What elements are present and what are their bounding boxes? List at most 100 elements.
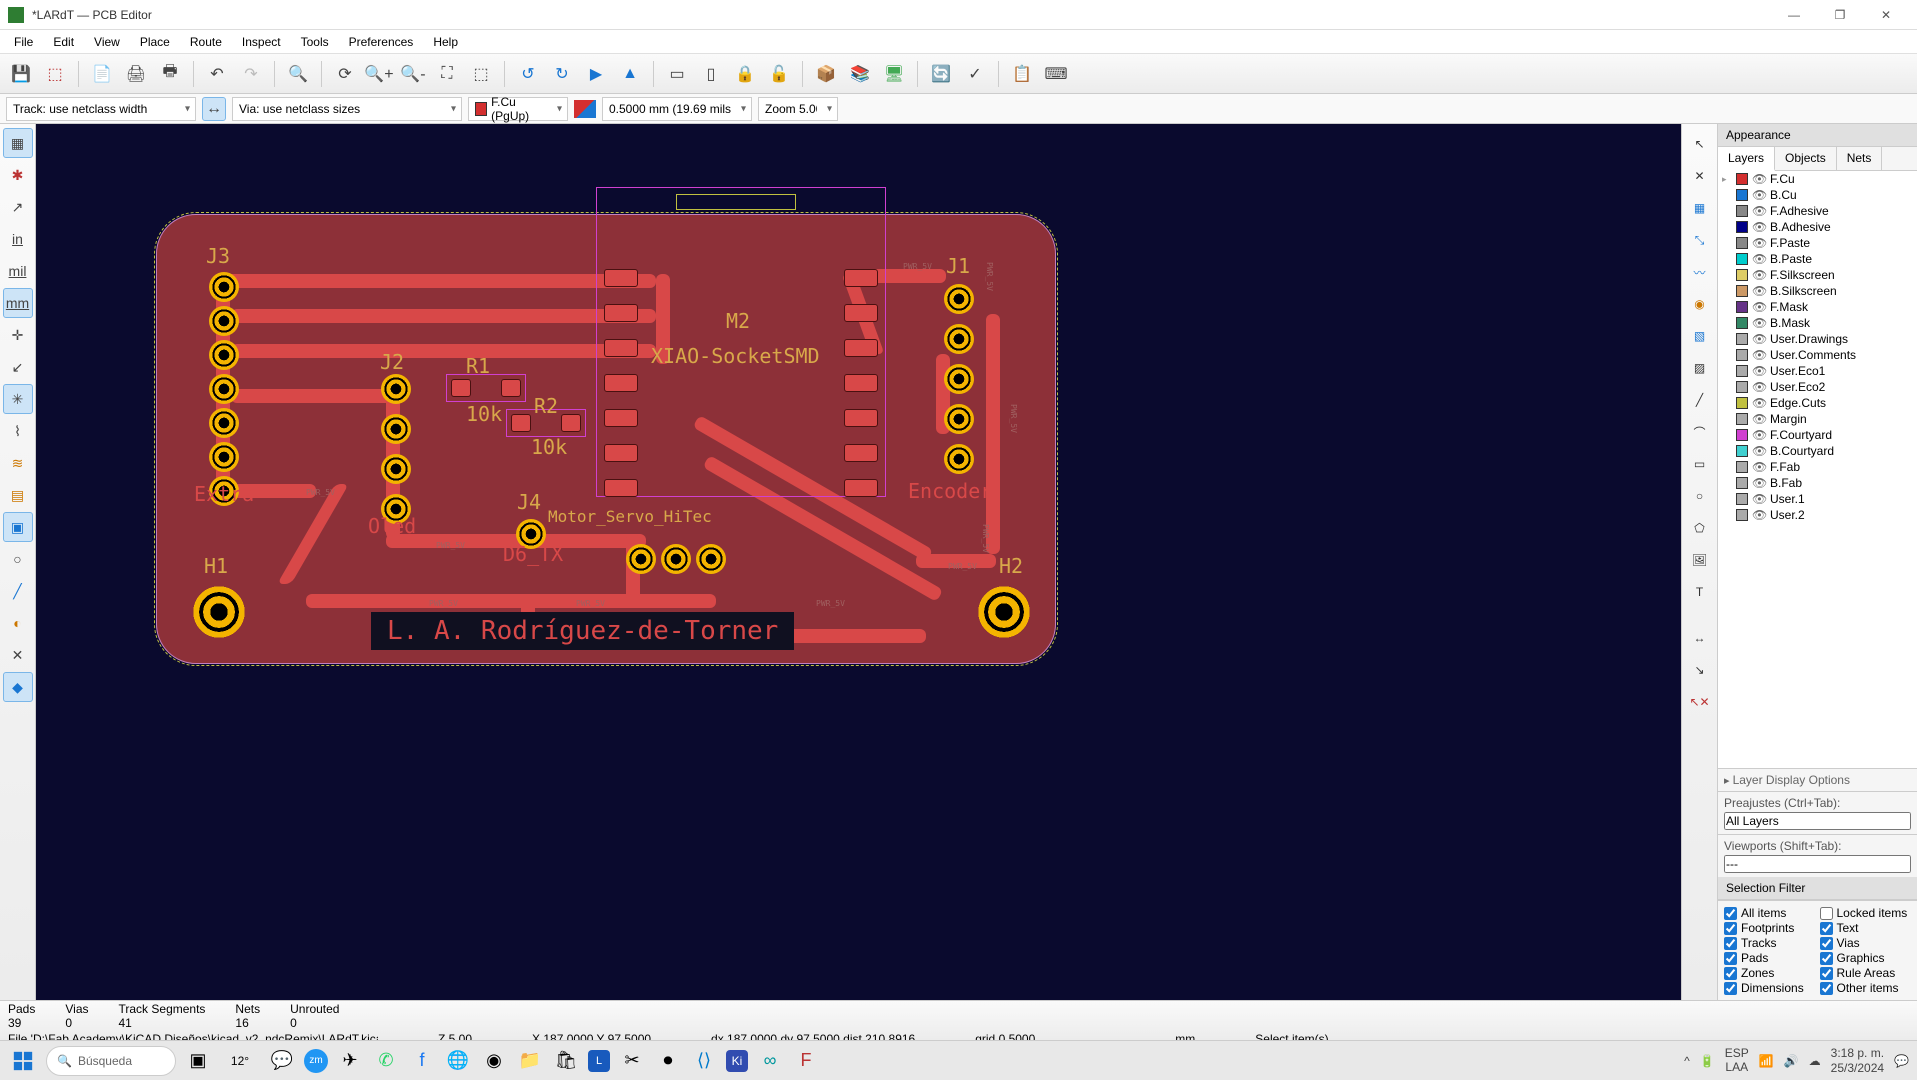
track-mode-icon[interactable]: ↔ <box>202 97 226 121</box>
layer-row-user-1[interactable]: 👁User.1 <box>1718 491 1917 507</box>
draw-rect-icon[interactable]: ▭ <box>1685 448 1715 480</box>
layer-row-user-eco1[interactable]: 👁User.Eco1 <box>1718 363 1917 379</box>
layer-row-f-paste[interactable]: 👁F.Paste <box>1718 235 1917 251</box>
show-grid-icon[interactable]: ▦ <box>3 128 33 158</box>
mirror-v-icon[interactable]: ▲ <box>615 59 645 89</box>
zone-display-icon[interactable]: ▤ <box>3 480 33 510</box>
layers-manager-icon[interactable]: ◆ <box>3 672 33 702</box>
layer-row-f-fab[interactable]: 👁F.Fab <box>1718 459 1917 475</box>
presets-select[interactable] <box>1724 812 1911 830</box>
wifi-icon[interactable]: 📶 <box>1759 1054 1774 1068</box>
layer-row-b-paste[interactable]: 👁B.Paste <box>1718 251 1917 267</box>
board-setup-icon[interactable]: ⬚ <box>40 59 70 89</box>
layer-row-margin[interactable]: 👁Margin <box>1718 411 1917 427</box>
filter-text[interactable]: Text <box>1820 921 1912 935</box>
tab-nets[interactable]: Nets <box>1837 147 1883 170</box>
add-image-icon[interactable]: 🖼 <box>1685 544 1715 576</box>
layer-row-b-mask[interactable]: 👁B.Mask <box>1718 315 1917 331</box>
drc-icon[interactable]: ✓ <box>960 59 990 89</box>
taskbar-search[interactable]: 🔍Búsqueda <box>46 1046 176 1076</box>
filter-tracks[interactable]: Tracks <box>1724 936 1816 950</box>
active-layer-select[interactable]: F.Cu (PgUp) <box>468 97 568 121</box>
notifications-icon[interactable]: 💬 <box>1894 1054 1909 1068</box>
layer-pair-icon[interactable] <box>574 100 596 118</box>
filter-rule-areas[interactable]: Rule Areas <box>1820 966 1912 980</box>
tray-chevron-icon[interactable]: ^ <box>1684 1054 1690 1068</box>
app-kicad-icon[interactable]: Ki <box>726 1050 748 1072</box>
volume-icon[interactable]: 🔊 <box>1784 1054 1799 1068</box>
app-teams-icon[interactable]: 💬 <box>268 1047 296 1075</box>
minimize-button[interactable]: — <box>1771 0 1817 30</box>
filter-other-items[interactable]: Other items <box>1820 981 1912 995</box>
show-ratsnest-icon[interactable]: ✳ <box>3 384 33 414</box>
layer-display-options[interactable]: ▸ Layer Display Options <box>1718 768 1917 791</box>
footprint-browser-icon[interactable]: 📚 <box>845 59 875 89</box>
onedrive-icon[interactable]: ☁ <box>1809 1054 1821 1068</box>
mirror-h-icon[interactable]: ▶ <box>581 59 611 89</box>
filter-vias[interactable]: Vias <box>1820 936 1912 950</box>
undo-icon[interactable]: ↶ <box>202 59 232 89</box>
select-tool-icon[interactable]: ↖ <box>1685 128 1715 160</box>
pcb-canvas[interactable]: 1 1 J3 J2 J1 J4 R1 R2 10k 10k M2 XIAO-So… <box>36 124 1681 1000</box>
lock-icon[interactable]: 🔒 <box>730 59 760 89</box>
layer-row-b-courtyard[interactable]: 👁B.Courtyard <box>1718 443 1917 459</box>
units-inch-icon[interactable]: in <box>3 224 33 254</box>
app-vscode-icon[interactable]: ⟨⟩ <box>690 1047 718 1075</box>
plot-icon[interactable]: 🖶 <box>155 59 185 89</box>
layer-row-f-adhesive[interactable]: 👁F.Adhesive <box>1718 203 1917 219</box>
measure-tool-icon[interactable]: ✕ <box>1685 160 1715 192</box>
add-rule-area-icon[interactable]: ▨ <box>1685 352 1715 384</box>
save-icon[interactable]: 💾 <box>6 59 36 89</box>
draw-poly-icon[interactable]: ⬠ <box>1685 512 1715 544</box>
ungroup-icon[interactable]: ▯ <box>696 59 726 89</box>
app-chrome-icon[interactable]: ◉ <box>480 1047 508 1075</box>
menu-edit[interactable]: Edit <box>43 33 84 51</box>
layer-row-edge-cuts[interactable]: 👁Edge.Cuts <box>1718 395 1917 411</box>
filter-all-items[interactable]: All items <box>1724 906 1816 920</box>
track-display-icon[interactable]: ╱ <box>3 576 33 606</box>
app-whatsapp-icon[interactable]: ✆ <box>372 1047 400 1075</box>
pad-display-icon[interactable]: ▣ <box>3 512 33 542</box>
filter-zones[interactable]: Zones <box>1724 966 1816 980</box>
page-settings-icon[interactable]: 📄 <box>87 59 117 89</box>
layer-row-b-fab[interactable]: 👁B.Fab <box>1718 475 1917 491</box>
units-mil-icon[interactable]: mil <box>3 256 33 286</box>
menu-tools[interactable]: Tools <box>291 33 339 51</box>
layer-row-user-comments[interactable]: 👁User.Comments <box>1718 347 1917 363</box>
grid-select[interactable] <box>602 97 752 121</box>
layer-row-f-silkscreen[interactable]: 👁F.Silkscreen <box>1718 267 1917 283</box>
draw-line-icon[interactable]: ╱ <box>1685 384 1715 416</box>
net-highlight-icon[interactable]: ≋ <box>3 448 33 478</box>
rotate-cw-icon[interactable]: ↻ <box>547 59 577 89</box>
filter-pads[interactable]: Pads <box>1724 951 1816 965</box>
update-from-schematic-icon[interactable]: 🔄 <box>926 59 956 89</box>
group-icon[interactable]: ▭ <box>662 59 692 89</box>
route-diff-icon[interactable]: 〰 <box>1685 256 1715 288</box>
layer-row-b-adhesive[interactable]: 👁B.Adhesive <box>1718 219 1917 235</box>
app-store-icon[interactable]: 🛍 <box>552 1047 580 1075</box>
add-zone-icon[interactable]: ▧ <box>1685 320 1715 352</box>
clock[interactable]: 3:18 p. m.25/3/2024 <box>1831 1046 1884 1075</box>
unlock-icon[interactable]: 🔓 <box>764 59 794 89</box>
draw-circle-icon[interactable]: ○ <box>1685 480 1715 512</box>
start-button[interactable] <box>8 1046 38 1076</box>
outline-mode-icon[interactable]: ◐ <box>3 608 33 638</box>
find-icon[interactable]: 🔍 <box>283 59 313 89</box>
zoom-selection-icon[interactable]: ⬚ <box>466 59 496 89</box>
menu-file[interactable]: File <box>4 33 43 51</box>
draw-arc-icon[interactable]: ⌒ <box>1685 416 1715 448</box>
route-track-icon[interactable]: ⤡ <box>1685 224 1715 256</box>
app-arduino-icon[interactable]: ∞ <box>756 1047 784 1075</box>
tab-objects[interactable]: Objects <box>1775 147 1837 170</box>
maximize-button[interactable]: ❐ <box>1817 0 1863 30</box>
print-icon[interactable]: 🖨 <box>121 59 151 89</box>
menu-help[interactable]: Help <box>423 33 468 51</box>
app-facebook-icon[interactable]: f <box>408 1047 436 1075</box>
filter-footprints[interactable]: Footprints <box>1724 921 1816 935</box>
menu-preferences[interactable]: Preferences <box>339 33 424 51</box>
app-obs-icon[interactable]: ⏺ <box>654 1047 682 1075</box>
menu-place[interactable]: Place <box>130 33 180 51</box>
units-in-icon[interactable]: ↗ <box>3 192 33 222</box>
app-edge-icon[interactable]: 🌐 <box>444 1047 472 1075</box>
highlight-net-icon[interactable]: ▦ <box>1685 192 1715 224</box>
